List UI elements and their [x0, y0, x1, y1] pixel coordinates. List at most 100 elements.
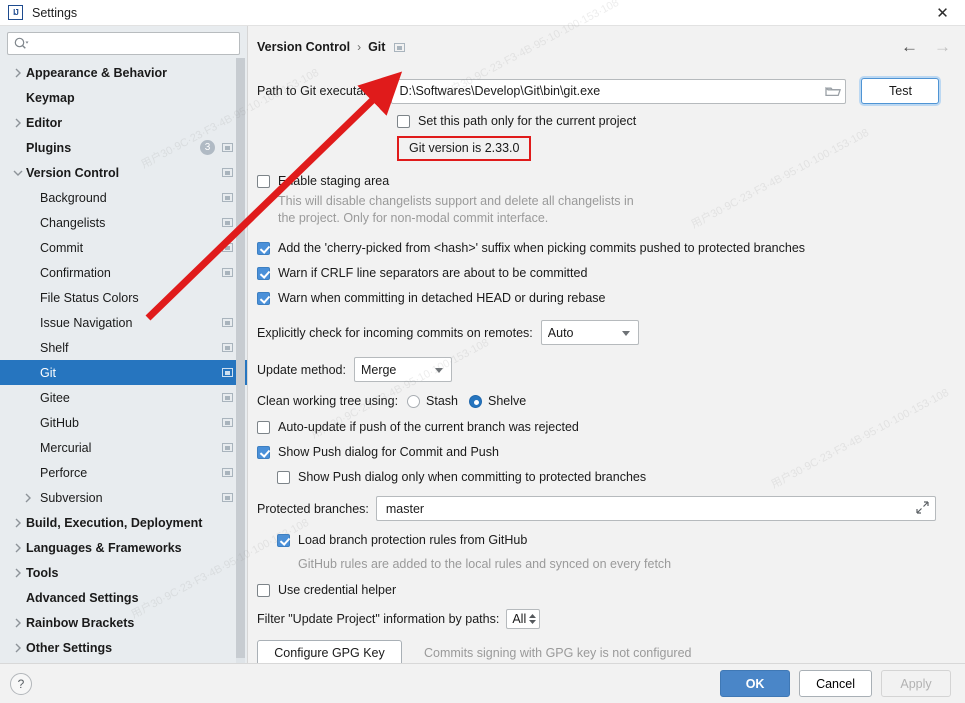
show-push-row[interactable]: Show Push dialog for Commit and Push [257, 445, 965, 459]
restore-defaults-icon[interactable] [222, 443, 233, 452]
sidebar-item-changelists[interactable]: Changelists [0, 210, 247, 235]
restore-defaults-icon[interactable] [222, 418, 233, 427]
sidebar-item-perforce[interactable]: Perforce [0, 460, 247, 485]
spinner-arrows-icon[interactable] [529, 614, 537, 624]
sidebar-item-mercurial[interactable]: Mercurial [0, 435, 247, 460]
restore-defaults-icon[interactable] [222, 218, 233, 227]
sidebar-item-editor[interactable]: Editor [0, 110, 247, 135]
sidebar-item-git[interactable]: Git [0, 360, 247, 385]
crlf-warning-checkbox[interactable] [257, 267, 270, 280]
enable-staging-checkbox[interactable] [257, 175, 270, 188]
credential-helper-checkbox[interactable] [257, 584, 270, 597]
sidebar-item-subversion[interactable]: Subversion [0, 485, 247, 510]
sidebar-item-appearance-behavior[interactable]: Appearance & Behavior [0, 60, 247, 85]
restore-defaults-icon[interactable] [222, 168, 233, 177]
sidebar-item-commit[interactable]: Commit [0, 235, 247, 260]
show-push-protected-checkbox[interactable] [277, 471, 290, 484]
expand-icon[interactable] [916, 500, 929, 517]
enable-staging-row[interactable]: Enable staging area [257, 174, 965, 188]
search-box[interactable] [7, 32, 240, 55]
help-icon[interactable]: ? [10, 672, 32, 695]
sidebar-item-keymap[interactable]: Keymap [0, 85, 247, 110]
sidebar-item-rainbow-brackets[interactable]: Rainbow Brackets [0, 610, 247, 635]
restore-defaults-icon[interactable] [222, 193, 233, 202]
sidebar-item-tools[interactable]: Tools [0, 560, 247, 585]
sidebar-item-version-control[interactable]: Version Control [0, 160, 247, 185]
ok-button[interactable]: OK [720, 670, 791, 697]
apply-button[interactable]: Apply [881, 670, 951, 697]
restore-defaults-icon[interactable] [222, 368, 233, 377]
show-push-protected-row[interactable]: Show Push dialog only when committing to… [277, 470, 965, 484]
folder-icon[interactable] [825, 85, 842, 98]
breadcrumb-parent[interactable]: Version Control [257, 40, 350, 54]
configure-gpg-key-button[interactable]: Configure GPG Key [257, 640, 402, 663]
search-input[interactable] [29, 35, 233, 52]
cancel-button[interactable]: Cancel [799, 670, 872, 697]
chevron-right-icon[interactable] [10, 618, 26, 628]
close-icon[interactable]: ✕ [920, 0, 965, 26]
detached-head-row[interactable]: Warn when committing in detached HEAD or… [257, 291, 965, 305]
load-rules-row[interactable]: Load branch protection rules from GitHub [277, 533, 965, 547]
window-titlebar: IJ Settings ✕ [0, 0, 965, 26]
sidebar-scrollbar-thumb[interactable] [236, 58, 245, 658]
path-to-git-field[interactable] [391, 78, 847, 104]
restore-defaults-icon[interactable] [222, 343, 233, 352]
sidebar-item-label: Tools [26, 565, 59, 580]
sidebar-item-gitee[interactable]: Gitee [0, 385, 247, 410]
auto-update-checkbox[interactable] [257, 421, 270, 434]
restore-defaults-icon[interactable] [222, 468, 233, 477]
sidebar-item-languages-frameworks[interactable]: Languages & Frameworks [0, 535, 247, 560]
sidebar-item-plugins[interactable]: Plugins 3 [0, 135, 247, 160]
restore-defaults-icon[interactable] [222, 493, 233, 502]
show-push-checkbox[interactable] [257, 446, 270, 459]
chevron-right-icon[interactable] [10, 643, 26, 653]
chevron-right-icon[interactable] [10, 518, 26, 528]
sidebar-item-shelf[interactable]: Shelf [0, 335, 247, 360]
clean-tree-shelve-radio[interactable] [469, 394, 483, 408]
restore-defaults-icon[interactable] [222, 268, 233, 277]
incoming-commits-select[interactable]: Auto [540, 320, 639, 345]
auto-update-row[interactable]: Auto-update if push of the current branc… [257, 420, 965, 434]
restore-defaults-icon[interactable] [222, 318, 233, 327]
sidebar-item-issue-navigation[interactable]: Issue Navigation [0, 310, 247, 335]
detached-head-checkbox[interactable] [257, 292, 270, 305]
restore-defaults-icon[interactable] [394, 43, 406, 52]
sidebar-item-background[interactable]: Background [0, 185, 247, 210]
protected-branches-input[interactable] [383, 500, 916, 517]
arrow-left-icon[interactable]: ← [901, 38, 918, 55]
load-rules-checkbox[interactable] [277, 534, 290, 547]
sidebar-item-advanced-settings[interactable]: Advanced Settings [0, 585, 247, 610]
set-path-only-row[interactable]: Set this path only for the current proje… [397, 114, 965, 128]
chevron-right-icon[interactable] [10, 543, 26, 553]
sidebar-item-file-status-colors[interactable]: File Status Colors [0, 285, 247, 310]
chevron-down-icon[interactable] [10, 169, 26, 177]
sidebar-item-label: Background [40, 190, 107, 205]
chevron-right-icon[interactable] [10, 568, 26, 578]
test-button[interactable]: Test [861, 78, 940, 104]
path-to-git-input[interactable] [399, 84, 826, 98]
sidebar-item-other-settings[interactable]: Other Settings [0, 635, 247, 660]
arrow-right-icon[interactable]: → [934, 38, 951, 55]
cherry-pick-row[interactable]: Add the 'cherry-picked from <hash>' suff… [257, 241, 965, 255]
crlf-warning-row[interactable]: Warn if CRLF line separators are about t… [257, 266, 965, 280]
restore-defaults-icon[interactable] [222, 393, 233, 402]
clean-tree-stash-radio[interactable] [407, 394, 421, 408]
sidebar-item-label: Mercurial [40, 440, 92, 455]
restore-defaults-icon[interactable] [222, 243, 233, 252]
chevron-right-icon[interactable] [20, 493, 36, 503]
cherry-pick-checkbox[interactable] [257, 242, 270, 255]
set-path-only-checkbox[interactable] [397, 115, 410, 128]
filter-paths-spinner[interactable]: All [506, 609, 541, 629]
chevron-right-icon[interactable] [10, 68, 26, 78]
sidebar-item-build-execution-deployment[interactable]: Build, Execution, Deployment [0, 510, 247, 535]
update-method-select[interactable]: Merge [353, 357, 452, 382]
restore-defaults-icon[interactable] [222, 143, 233, 152]
enable-staging-hint-line1: This will disable changelists support an… [278, 194, 634, 208]
sidebar-item-badge: 3 [200, 140, 215, 155]
sidebar-item-github[interactable]: GitHub [0, 410, 247, 435]
credential-helper-row[interactable]: Use credential helper [257, 583, 965, 597]
sidebar-item-confirmation[interactable]: Confirmation [0, 260, 247, 285]
sidebar-scrollbar-track[interactable] [236, 58, 245, 663]
chevron-right-icon[interactable] [10, 118, 26, 128]
protected-branches-field[interactable] [375, 496, 936, 521]
